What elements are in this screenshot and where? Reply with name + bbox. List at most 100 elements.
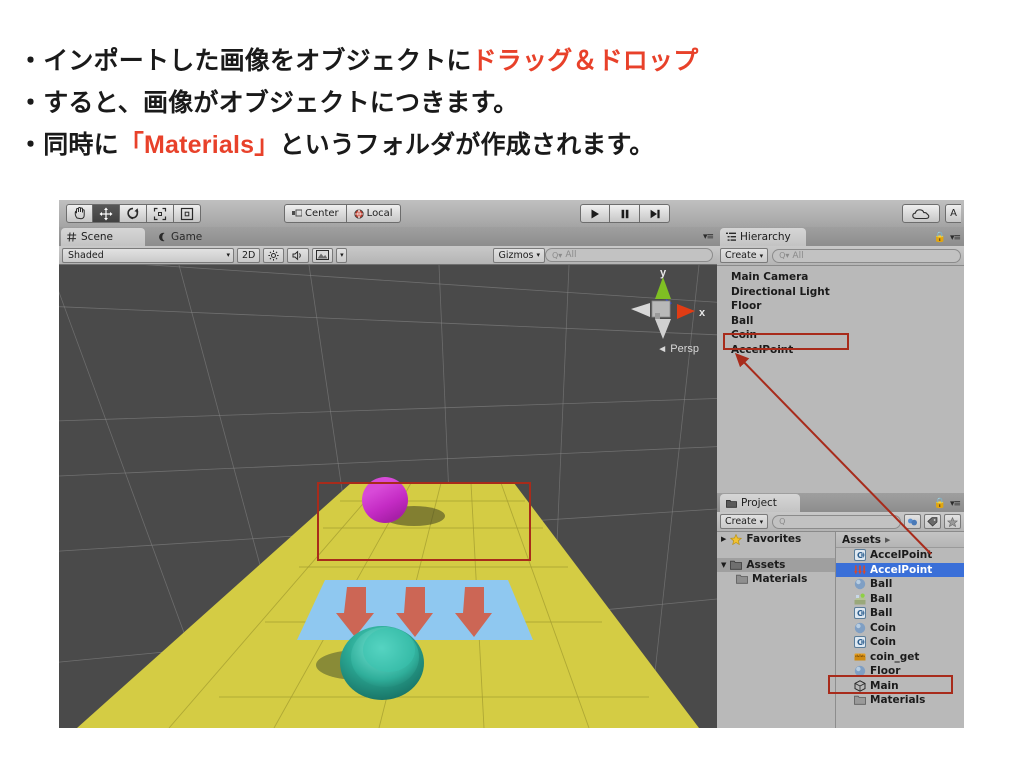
bullet-3-suffix: というフォルダが作成されます。 [279, 131, 655, 159]
star-icon[interactable] [944, 514, 961, 529]
hierarchy-item-coin[interactable]: Coin [717, 328, 964, 343]
asset-row-ball-script[interactable]: C Ball [836, 606, 964, 621]
lock-icon[interactable]: 🔒 [933, 232, 945, 243]
project-tree-assets[interactable]: ▼ Assets [717, 557, 835, 572]
asset-label: Materials [870, 694, 926, 707]
scene-panel: Scene Game ▾≡ Shaded ▾ 2D ▾ Gizmos ▾ Q▾ … [59, 227, 717, 728]
hierarchy-item-main-camera[interactable]: Main Camera [717, 270, 964, 285]
asset-row-floor-material[interactable]: Floor [836, 664, 964, 679]
step-button[interactable] [640, 204, 670, 223]
csharp-icon: C [854, 607, 866, 620]
chevron-right-icon: ▶ [885, 535, 891, 544]
folder-icon [730, 560, 743, 570]
hierarchy-item-directional-light[interactable]: Directional Light [717, 285, 964, 300]
gizmos-dropdown-button[interactable]: Gizmos ▾ [493, 247, 545, 263]
pause-button[interactable] [610, 204, 640, 223]
lock-icon[interactable]: 🔒 [933, 498, 945, 509]
game-icon [159, 232, 165, 242]
hierarchy-tabbar: Hierarchy 🔒 ▾≡ [717, 227, 964, 246]
move-tool-button[interactable] [93, 204, 120, 223]
asset-row-accelpoint-texture[interactable]: AccelPoint [836, 562, 964, 577]
pivot-center-button[interactable]: Center [284, 204, 347, 223]
project-tree-materials[interactable]: Materials [717, 572, 835, 587]
mode-2d-button[interactable]: 2D [237, 247, 261, 263]
rotate-tool-button[interactable] [120, 204, 147, 223]
right-column: Hierarchy 🔒 ▾≡ Create ▾ Q▾ All Main Came… [717, 227, 964, 728]
ball-object [362, 477, 408, 523]
project-tree-label: Favorites [746, 533, 802, 546]
scene-search-placeholder: All [565, 250, 577, 260]
asset-row-ball-prefab[interactable]: Ball [836, 592, 964, 607]
asset-row-materials-folder[interactable]: Materials [836, 693, 964, 708]
asset-row-ball-material[interactable]: Ball [836, 577, 964, 592]
scale-tool-button[interactable] [147, 204, 174, 223]
project-tree-favorites[interactable]: ▶ Favorites [717, 532, 835, 547]
audio-icon [854, 653, 866, 661]
filter-icon[interactable] [904, 514, 921, 529]
chevron-down-icon[interactable]: ▼ [721, 561, 726, 569]
bullet-line-1: ・インポートした画像をオブジェクトにドラッグ＆ドロップ [18, 40, 1008, 82]
asset-row-coin-get-audio[interactable]: coin_get [836, 650, 964, 665]
hierarchy-panel-controls: 🔒 ▾≡ [933, 232, 961, 243]
hierarchy-item-floor[interactable]: Floor [717, 299, 964, 314]
hierarchy-search-row: Create ▾ Q▾ All [717, 246, 964, 266]
pause-icon [621, 209, 628, 218]
hierarchy-item-ball[interactable]: Ball [717, 314, 964, 329]
rect-tool-button[interactable] [174, 204, 201, 223]
effects-dropdown-button[interactable]: ▾ [336, 247, 348, 263]
project-search-input[interactable]: Q [772, 514, 901, 529]
chevron-down-icon: ▾ [340, 251, 344, 259]
persp-text: Persp [670, 343, 699, 355]
scene-panel-menu-icon[interactable]: ▾≡ [703, 232, 714, 242]
tab-project-label: Project [741, 497, 777, 509]
hierarchy-create-label: Create [725, 250, 757, 261]
tab-hierarchy-label: Hierarchy [740, 231, 791, 243]
panel-menu-icon[interactable]: ▾≡ [950, 233, 961, 243]
bullet-3-highlight: 「Materials」 [118, 131, 280, 159]
mode-2d-label: 2D [242, 249, 256, 261]
effects-toggle-button[interactable] [312, 247, 334, 263]
project-create-button[interactable]: Create ▾ [720, 514, 769, 529]
asset-label: coin_get [870, 650, 920, 663]
lighting-toggle-button[interactable] [263, 247, 285, 263]
scene-search-input[interactable]: Q▾ All [545, 248, 713, 262]
hierarchy-panel: Hierarchy 🔒 ▾≡ Create ▾ Q▾ All Main Came… [717, 227, 964, 494]
chevron-down-icon: ▾ [759, 517, 764, 526]
asset-row-coin-material[interactable]: Coin [836, 621, 964, 636]
asset-row-main-scene[interactable]: Main [836, 679, 964, 694]
tab-project[interactable]: Project [720, 494, 800, 512]
cloud-button[interactable] [902, 204, 940, 223]
scene-viewport[interactable]: y x ◄ Persp [59, 265, 717, 728]
label-icon[interactable] [924, 514, 941, 529]
chevron-down-icon: ▾ [759, 251, 764, 260]
gizmo-x-label: x [699, 307, 706, 319]
tab-hierarchy[interactable]: Hierarchy [720, 228, 806, 246]
shading-mode-dropdown[interactable]: Shaded ▾ [62, 247, 234, 263]
slide-text-block: ・インポートした画像をオブジェクトにドラッグ＆ドロップ ・すると、画像がオブジェ… [18, 40, 1008, 166]
tab-scene[interactable]: Scene [61, 228, 145, 246]
asset-row-coin-script[interactable]: C Coin [836, 635, 964, 650]
play-button[interactable] [580, 204, 610, 223]
hierarchy-item-label: Main Camera [731, 271, 809, 284]
account-button[interactable]: A [945, 204, 961, 223]
hierarchy-item-label: AccelPoint [731, 343, 794, 356]
hierarchy-create-button[interactable]: Create ▾ [720, 248, 769, 263]
audio-toggle-button[interactable] [287, 247, 310, 263]
texture-arrows-icon [854, 565, 866, 575]
asset-label: Main [870, 679, 899, 692]
panel-menu-icon[interactable]: ▾≡ [950, 499, 961, 509]
hierarchy-search-input[interactable]: Q▾ All [772, 248, 961, 263]
hierarchy-item-accelpoint[interactable]: AccelPoint [717, 343, 964, 358]
asset-row-accelpoint-script[interactable]: C AccelPoint [836, 548, 964, 563]
pivot-icon [292, 209, 302, 217]
tab-game[interactable]: Game [151, 228, 223, 246]
chevron-right-icon[interactable]: ▶ [721, 535, 726, 543]
bullet-3-prefix: ・同時に [18, 131, 119, 159]
gizmo-projection-label[interactable]: ◄ Persp [657, 343, 699, 355]
bullet-2-prefix: ・すると、画像がオブジェクトにつきます。 [18, 89, 519, 117]
hand-tool-button[interactable] [66, 204, 93, 223]
search-icon: Q [779, 517, 786, 526]
gizmo-y-label: y [660, 269, 667, 279]
pivot-local-button[interactable]: Local [346, 204, 401, 223]
folder-icon [726, 499, 737, 508]
